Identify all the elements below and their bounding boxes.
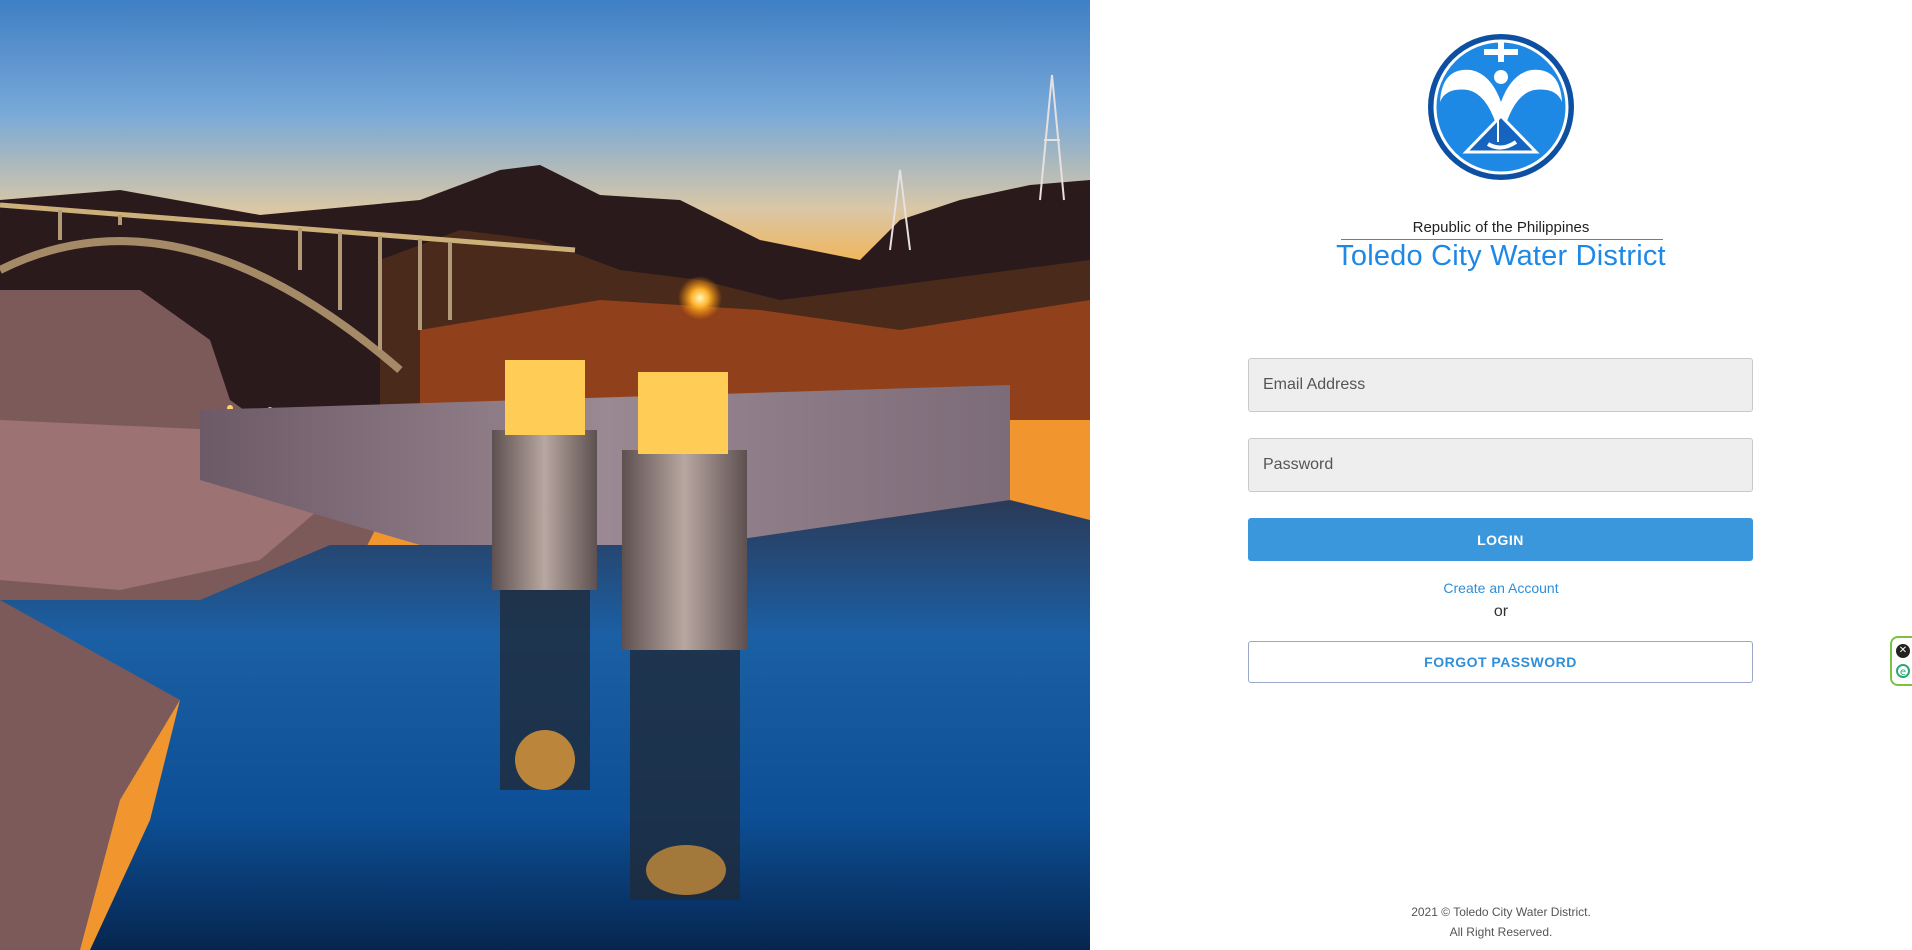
hero-image (0, 0, 1090, 950)
create-account-link[interactable]: Create an Account (1090, 580, 1912, 596)
extension-icon[interactable]: e (1896, 664, 1910, 678)
logo-emblem-icon (1428, 34, 1574, 180)
hoover-dam-night-photo (0, 0, 1090, 950)
password-field[interactable] (1248, 438, 1753, 492)
water-district-logo (1426, 32, 1576, 182)
forgot-password-button[interactable]: FORGOT PASSWORD (1248, 641, 1753, 683)
close-icon[interactable]: ✕ (1896, 644, 1910, 658)
email-field[interactable] (1248, 358, 1753, 412)
side-widget: ✕ e (1890, 636, 1912, 686)
rights-text: All Right Reserved. (1449, 925, 1553, 939)
republic-label: Republic of the Philippines (1412, 219, 1590, 236)
copyright-text: 2021 © Toledo City Water District. (1411, 905, 1591, 919)
login-button[interactable]: LOGIN (1248, 518, 1753, 561)
or-separator: or (1493, 603, 1509, 620)
login-page: Republic of the Philippines Toledo City … (0, 0, 1912, 950)
page-title: Toledo City Water District (1336, 240, 1666, 272)
login-panel: Republic of the Philippines Toledo City … (1090, 0, 1912, 950)
